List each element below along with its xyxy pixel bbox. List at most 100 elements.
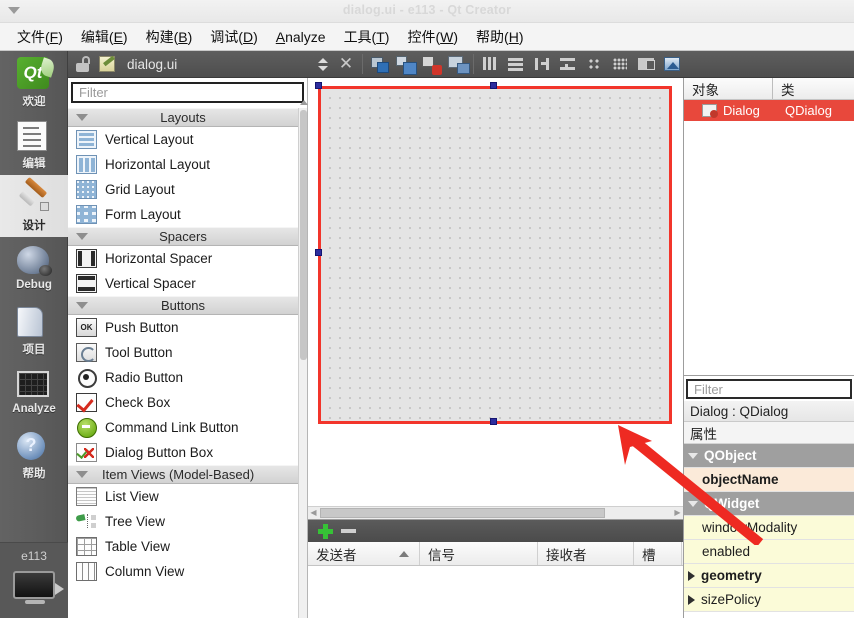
widget-item[interactable]: Table View (68, 534, 298, 559)
table-row[interactable]: Dialog QDialog (684, 100, 854, 121)
menu-item-3[interactable]: 构建(B) (137, 24, 202, 50)
widget-item[interactable]: Tool Button (68, 340, 298, 365)
property-row[interactable]: windowModality (684, 516, 854, 540)
edit-buddies-button[interactable] (418, 51, 444, 78)
widget-box-filter[interactable]: Filter (71, 82, 304, 103)
scroll-right-arrow-icon[interactable]: ▶ (672, 507, 683, 519)
property-column-header: 属性 (684, 422, 854, 444)
mode-button-qt-logo[interactable]: Qt 欢迎 (0, 51, 68, 113)
scroll-left-arrow-icon[interactable]: ◀ (308, 507, 319, 519)
help-question-icon: ? (17, 429, 51, 463)
widget-item[interactable]: Horizontal Layout (68, 152, 298, 177)
scrollbar-thumb[interactable] (300, 110, 307, 360)
signal-slot-column-header[interactable]: 接收者 (538, 542, 634, 565)
kit-selector[interactable]: e113 (0, 542, 68, 618)
canvas-horizontal-scrollbar[interactable]: ◀ ▶ (308, 506, 683, 519)
vertical-spacer-icon (76, 274, 97, 293)
edit-signals-slots-button[interactable] (392, 51, 418, 78)
menu-item-5[interactable]: Analyze (267, 26, 335, 48)
property-row[interactable]: geometry (684, 564, 854, 588)
resize-handle-middle-left[interactable] (315, 249, 322, 256)
resize-handle-bottom-middle[interactable] (490, 418, 497, 425)
mode-button-help-question[interactable]: ? 帮助 (0, 423, 68, 485)
updown-arrows-icon[interactable] (311, 51, 333, 78)
scroll-up-arrow-icon[interactable] (300, 100, 308, 105)
widget-group-header[interactable]: Layouts (68, 108, 298, 127)
widget-item[interactable]: Grid Layout (68, 177, 298, 202)
preview-button[interactable] (659, 51, 685, 78)
widget-item[interactable]: OK Push Button (68, 315, 298, 340)
layout-grid-icon (613, 57, 627, 70)
mode-button-projects-folder[interactable]: 项目 (0, 299, 68, 361)
canvas-scrollbar-thumb[interactable] (320, 508, 605, 518)
sort-ascending-icon (399, 551, 409, 557)
widget-item[interactable]: Vertical Spacer (68, 271, 298, 296)
minus-icon[interactable] (336, 520, 360, 542)
property-filter-input[interactable]: Filter (686, 379, 852, 399)
widget-item[interactable]: Column View (68, 559, 298, 584)
widget-item[interactable]: Command Link Button (68, 415, 298, 440)
signal-slot-column-header[interactable]: 信号 (420, 542, 538, 565)
layout-splitter-horizontal-button[interactable] (529, 51, 555, 78)
property-row[interactable]: sizePolicy (684, 588, 854, 612)
menu-item-4[interactable]: 调试(D) (201, 24, 266, 50)
property-row[interactable]: QObject (684, 444, 854, 468)
mode-button-debug-bug[interactable]: Debug (0, 237, 68, 299)
mode-button-edit[interactable]: 编辑 (0, 113, 68, 175)
signal-slot-editor: 发送者 信号 接收者 槽 (308, 519, 683, 618)
menu-item-7[interactable]: 控件(W) (398, 24, 467, 50)
debug-bug-icon (17, 243, 51, 277)
widget-item[interactable]: Form Layout (68, 202, 298, 227)
break-layout-button[interactable] (633, 51, 659, 78)
mode-button-design-brush[interactable]: 设计 (0, 175, 68, 237)
widget-group-header[interactable]: Item Views (Model-Based) (68, 465, 298, 484)
widget-item[interactable]: Check Box (68, 390, 298, 415)
run-play-icon[interactable] (55, 583, 64, 595)
widget-item[interactable]: Vertical Layout (68, 127, 298, 152)
table-view-icon (76, 537, 97, 556)
layout-splitter-vertical-button[interactable] (555, 51, 581, 78)
mode-button-analyze-chart[interactable]: Analyze (0, 361, 68, 423)
edit-tab-order-button[interactable] (444, 51, 470, 78)
widget-item[interactable]: Radio Button (68, 365, 298, 390)
property-row[interactable]: enabled (684, 540, 854, 564)
widget-item[interactable]: List View (68, 484, 298, 509)
widget-item[interactable]: Dialog Button Box (68, 440, 298, 465)
plus-icon[interactable] (314, 520, 336, 542)
resize-handle-top-left[interactable] (315, 82, 322, 89)
property-row[interactable]: objectName (684, 468, 854, 492)
menu-item-6[interactable]: 工具(T) (335, 24, 399, 50)
widget-item[interactable]: Horizontal Spacer (68, 246, 298, 271)
column-label: 信号 (428, 547, 455, 563)
open-file-combo[interactable]: dialog.ui (115, 51, 311, 78)
form-editor-canvas[interactable] (308, 78, 683, 515)
widget-item[interactable]: Tree View (68, 509, 298, 534)
unlocked-padlock-icon[interactable] (76, 56, 91, 72)
close-x-icon[interactable]: ✕ (333, 51, 359, 78)
widget-box-scrollbar[interactable] (298, 100, 308, 618)
layout-horizontally-button[interactable] (477, 51, 503, 78)
layout-vertically-button[interactable] (503, 51, 529, 78)
dialog-form-surface[interactable] (320, 88, 670, 422)
signal-slot-column-header[interactable]: 发送者 (308, 542, 420, 565)
layout-form-button[interactable] (581, 51, 607, 78)
edit-tab-order-icon (448, 55, 470, 74)
menu-item-8[interactable]: 帮助(H) (467, 24, 532, 50)
signal-slot-column-header[interactable]: 槽 (634, 542, 682, 565)
menu-item-2[interactable]: 编辑(E) (72, 24, 137, 50)
menu-item-1[interactable]: 文件(F) (8, 24, 72, 50)
horizontal-layout-icon (76, 155, 97, 174)
property-row[interactable]: QWidget (684, 492, 854, 516)
dialog-form-wrapper[interactable] (315, 82, 672, 425)
edit-widgets-button[interactable] (366, 51, 392, 78)
widget-group-header[interactable]: Buttons (68, 296, 298, 315)
widget-item-label: Command Link Button (105, 420, 239, 435)
signal-slot-rows[interactable] (308, 566, 683, 618)
layout-grid-button[interactable] (607, 51, 633, 78)
widget-group-header[interactable]: Spacers (68, 227, 298, 246)
widget-group-title: Layouts (160, 110, 206, 125)
edit-widgets-icon (371, 56, 389, 73)
widget-item-label: Tool Button (105, 345, 173, 360)
radio-button-icon (76, 368, 97, 388)
resize-handle-top-middle[interactable] (490, 82, 497, 89)
